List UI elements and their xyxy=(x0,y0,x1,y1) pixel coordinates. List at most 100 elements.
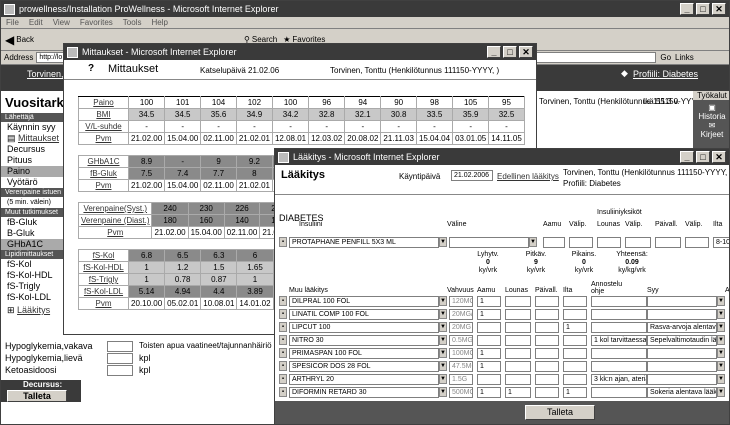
dinner-dose-input[interactable] xyxy=(535,322,559,333)
insulin-select[interactable]: PROTAPHANE PENFILL 5X3 ML xyxy=(289,237,439,248)
device-select[interactable] xyxy=(449,237,529,248)
strength-input[interactable]: 20MG/6 xyxy=(449,309,473,320)
row-label[interactable]: Paino xyxy=(78,96,129,109)
remove-medication-icon[interactable]: ▪ xyxy=(279,387,287,397)
menu-help[interactable]: Help xyxy=(146,18,172,27)
menu-edit[interactable]: Edit xyxy=(24,18,48,27)
instructions-input[interactable] xyxy=(591,348,647,359)
evening-dose-input[interactable] xyxy=(563,374,587,385)
go-button[interactable]: Go xyxy=(660,53,671,62)
dinner-dose-input[interactable] xyxy=(535,387,559,398)
close-button[interactable]: ✕ xyxy=(712,151,726,163)
strength-input[interactable]: 47.5MG xyxy=(449,361,473,372)
medication-name-select[interactable]: DILPRAL 100 FOL xyxy=(289,296,439,307)
insulin-evening-input[interactable]: 8-10 xyxy=(713,237,729,248)
chevron-down-icon[interactable]: ▼ xyxy=(529,237,537,247)
medication-name-select[interactable]: LINATIL COMP 100 FOL xyxy=(289,309,439,320)
morning-dose-input[interactable]: 1 xyxy=(477,296,501,307)
instructions-input[interactable]: 3 kk:n ajan, aterian xyxy=(591,374,647,385)
row-label[interactable]: fS-Kol-HDL xyxy=(78,261,129,274)
insulin-snack1-input[interactable] xyxy=(569,237,593,248)
instructions-input[interactable] xyxy=(591,296,647,307)
lunch-dose-input[interactable] xyxy=(505,335,531,346)
dinner-dose-input[interactable] xyxy=(535,361,559,372)
chevron-down-icon[interactable]: ▼ xyxy=(439,237,447,247)
dinner-dose-input[interactable] xyxy=(535,374,559,385)
close-button[interactable]: ✕ xyxy=(519,46,533,58)
history-icon[interactable]: ▣ xyxy=(693,103,729,112)
menu-view[interactable]: View xyxy=(48,18,75,27)
chevron-down-icon[interactable]: ▼ xyxy=(717,374,725,384)
insulin-snack2-input[interactable] xyxy=(625,237,651,248)
morning-dose-input[interactable]: 1 xyxy=(477,387,501,398)
minimize-button[interactable]: _ xyxy=(680,151,694,163)
insulin-lunch-input[interactable] xyxy=(597,237,621,248)
morning-dose-input[interactable] xyxy=(477,374,501,385)
menu-tools[interactable]: Tools xyxy=(118,18,147,27)
evening-dose-input[interactable] xyxy=(563,335,587,346)
row-label[interactable]: BMI xyxy=(78,108,129,121)
lunch-dose-input[interactable] xyxy=(505,309,531,320)
insulin-dinner-input[interactable] xyxy=(655,237,681,248)
dinner-dose-input[interactable] xyxy=(535,309,559,320)
row-label[interactable]: fS-Kol xyxy=(78,249,129,262)
instructions-input[interactable] xyxy=(591,322,647,333)
evening-dose-input[interactable]: 1 xyxy=(563,387,587,398)
morning-dose-input[interactable] xyxy=(477,335,501,346)
morning-dose-input[interactable] xyxy=(477,322,501,333)
insulin-snack3-input[interactable] xyxy=(685,237,709,248)
strength-input[interactable]: 1.5G xyxy=(449,374,473,385)
reason-select[interactable]: Rasva-arvoja alentava lä xyxy=(647,322,717,333)
row-label[interactable]: GHbA1C xyxy=(78,155,129,168)
back-icon[interactable]: ◀ xyxy=(5,33,14,47)
remove-medication-icon[interactable]: ▪ xyxy=(279,322,287,332)
chevron-down-icon[interactable]: ▼ xyxy=(439,361,447,371)
medication-save-button[interactable]: Talleta xyxy=(525,405,595,420)
remove-medication-icon[interactable]: ▪ xyxy=(279,335,287,345)
instructions-input[interactable] xyxy=(591,387,647,398)
letters-icon[interactable]: ✉ xyxy=(693,121,729,130)
reason-select[interactable]: Sokeria alentava lääke xyxy=(647,387,717,398)
lunch-dose-input[interactable] xyxy=(505,361,531,372)
row-label[interactable]: Verenpaine(Syst.) xyxy=(77,202,153,215)
dinner-dose-input[interactable] xyxy=(535,296,559,307)
chevron-down-icon[interactable]: ▼ xyxy=(439,322,447,332)
row-label[interactable]: Pvm xyxy=(78,297,129,310)
reason-select[interactable] xyxy=(647,374,717,385)
minimize-button[interactable]: _ xyxy=(680,3,694,15)
strength-input[interactable]: 120MG xyxy=(449,296,473,307)
medication-name-select[interactable]: PRIMASPAN 100 FOL xyxy=(289,348,439,359)
previous-medication-link[interactable]: Edellinen lääkitys xyxy=(497,172,559,181)
reason-select[interactable]: Sepelvaltimotaudin lääke xyxy=(647,335,717,346)
instructions-input[interactable]: 1 kol tarvittaessa kiel xyxy=(591,335,647,346)
lunch-dose-input[interactable] xyxy=(505,374,531,385)
keto-input[interactable] xyxy=(107,365,133,376)
medication-link[interactable]: ⊞ Lääkitys xyxy=(1,305,71,316)
history-link[interactable]: Historia xyxy=(693,112,729,121)
row-label[interactable]: V/L-suhde xyxy=(78,120,129,133)
chevron-down-icon[interactable]: ▼ xyxy=(439,309,447,319)
chevron-down-icon[interactable]: ▼ xyxy=(439,296,447,306)
visit-date-input[interactable]: 21.02.2006 xyxy=(451,170,493,181)
row-label[interactable]: Verenpaine (Diast.) xyxy=(77,214,153,227)
evening-dose-input[interactable] xyxy=(563,296,587,307)
maximize-button[interactable]: □ xyxy=(696,151,710,163)
letters-link[interactable]: Kirjeet xyxy=(693,130,729,139)
medication-name-select[interactable]: NITRO 30 xyxy=(289,335,439,346)
links-label[interactable]: Links xyxy=(675,53,694,62)
row-label[interactable]: Pvm xyxy=(78,179,129,192)
strength-input[interactable]: 20MG xyxy=(449,322,473,333)
dinner-dose-input[interactable] xyxy=(535,348,559,359)
chevron-down-icon[interactable]: ▼ xyxy=(439,387,447,397)
strength-input[interactable]: 500MG xyxy=(449,387,473,398)
strength-input[interactable]: 100MG xyxy=(449,348,473,359)
chevron-down-icon[interactable]: ▼ xyxy=(717,309,725,319)
morning-dose-input[interactable]: 1 xyxy=(477,348,501,359)
maximize-button[interactable]: □ xyxy=(503,46,517,58)
measurements-link[interactable]: ▤ Mittaukset xyxy=(1,133,71,144)
evening-dose-input[interactable] xyxy=(563,309,587,320)
menu-file[interactable]: File xyxy=(1,18,24,27)
medication-name-select[interactable]: SPESICOR DOS 28 FOL xyxy=(289,361,439,372)
chevron-down-icon[interactable]: ▼ xyxy=(717,335,725,345)
back-button[interactable]: Back xyxy=(16,35,34,44)
